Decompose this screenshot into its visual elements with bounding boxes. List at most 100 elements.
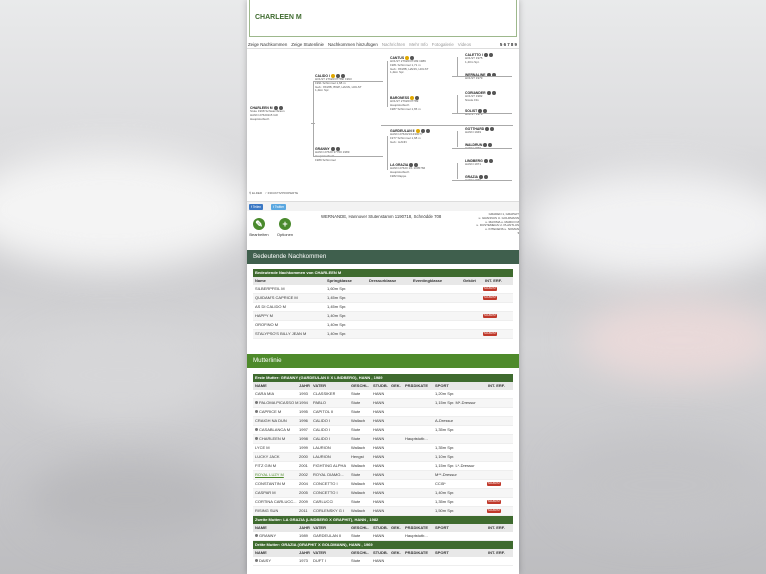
table-row[interactable]: STALYPSO'S BILLY JEAN M 1,40m Spr. SCHWITZ [253,330,513,339]
pedigree-ancestor[interactable]: CALETTO I HOLST 1975 1,40m Spr. [465,53,517,65]
info-icon[interactable] [491,91,496,95]
damline-name-text[interactable]: DAISY [259,558,271,563]
edit-button[interactable]: ✎ Bearbeiten [247,218,271,237]
pedigree-dam-sire[interactable]: GARDEULAN II HANN 27620/1/1330077 1977 Sch… [390,129,448,144]
damline-sire[interactable]: LAURION [313,453,331,461]
table-row[interactable]: AS DI CALIDO M 1,45m Spr. [253,303,513,312]
offspring-name[interactable]: OROFINO M [255,321,278,329]
offspring-col-header[interactable]: Name [255,277,266,285]
options-button[interactable]: + Optionen [273,218,297,237]
damline-sire[interactable]: CORLENSKY G I [313,507,344,515]
offspring-name[interactable]: SILBERPFEIL M [255,285,285,293]
damline-name[interactable]: RISING SUN [255,507,278,515]
damline-name-text[interactable]: CORTINA CARLUCC... [255,499,297,504]
damline-col-header[interactable]: INT. ERF. [488,549,505,557]
info-icon[interactable] [425,129,430,133]
table-row[interactable]: HAPPY M 1,40m Spr. SCHWITZ [253,312,513,321]
damline-sire[interactable]: CALIDO I [313,435,330,443]
damline-col-header[interactable]: NAME [255,524,267,532]
damline-name[interactable]: FITZ GIN M [255,462,276,470]
damline-sire[interactable]: DUFT I [313,557,326,565]
offspring-name[interactable]: AS DI CALIDO M [255,303,286,311]
damline-col-header[interactable]: GESCHL. [351,524,369,532]
damline-col-header[interactable]: NAME [255,549,267,557]
table-row[interactable]: DAISY 1973 DUFT I Stute HANN [253,557,513,566]
table-row[interactable]: QUIDAM'S CAPRICE M 1,45m Spr. SCHWITZ [253,294,513,303]
info-icon[interactable] [483,159,488,163]
info-icon[interactable] [483,143,488,147]
damline-col-header[interactable]: GESCHL. [351,549,369,557]
damline-sire[interactable]: CALIDO I [313,417,330,425]
table-row[interactable]: RISING SUN 2011 CORLENSKY G I Wallach HANN 1,… [253,507,513,516]
damline-name[interactable]: LUCKY JACK [255,453,280,461]
pedigree-sire[interactable]: CALIDO I HOLST 27620/37789/ 1993 1991 Schi… [315,74,377,93]
pedigree-horse[interactable]: CHARLEEN M Stute 1998 Schwarzbraun HANN 27… [250,106,310,121]
damline-col-header[interactable]: PRÄDIKATE [405,382,428,390]
damline-name-text[interactable]: FITZ GIN M [255,463,276,468]
damline-col-header[interactable]: SPORT [435,382,449,390]
damline-sire[interactable]: CARLUCCI [313,498,333,506]
table-row[interactable]: CASABLANCA M 1997 CALIDO I Stute HANN 1,35m S… [253,426,513,435]
damline-col-header[interactable]: SPORT [435,549,449,557]
info-icon[interactable] [488,143,493,147]
table-row[interactable]: LUCKY JACK 2000 LAURION Hengst HANN 1,10m Spr… [253,453,513,462]
damline-col-header[interactable]: GEK. [391,549,401,557]
expand-icon[interactable]: ▾ [475,231,519,236]
offspring-col-header[interactable]: Eventingklasse [413,277,442,285]
damline-col-header[interactable]: JAHR [299,549,310,557]
pedigree-dam-dam[interactable]: LA GRAZIA HANN 27620 1/1 1005766 Hauptstut… [390,163,448,178]
damline-name-text[interactable]: CASABLANCA M [259,427,290,432]
info-icon[interactable] [484,175,488,179]
table-row[interactable]: SILBERPFEIL M 1,60m Spr. SCHWITZ [253,285,513,294]
pedigree-ancestor[interactable]: WALDRUNHANN 1966 [465,143,517,151]
info-icon[interactable] [483,53,488,57]
tab-mehr-info[interactable]: Mehr Info [409,42,428,47]
tab-zeige-nachkommen[interactable]: Zeige Nachkommen [248,42,287,47]
damline-sire[interactable]: CAPITOL II [313,408,333,416]
damline-sire[interactable]: ROYAL DIAMO... [313,471,344,479]
damline-name-text[interactable]: RISING SUN [255,508,278,513]
damline-name[interactable]: CAPRICE M [255,408,281,416]
info-icon[interactable] [488,159,493,163]
table-row[interactable]: CONSTANTIN M 2004 CONCETTO I Wallach HANN CCI… [253,480,513,489]
damline-col-header[interactable]: VATER [313,382,326,390]
damline-sire[interactable]: CONCETTO I [313,480,338,488]
pedigree-ancestor[interactable]: LINDBERG HANN 1971 [465,159,517,167]
damline-name-text[interactable]: CARA MIA [255,391,274,396]
tab-zeige-stutenlinie[interactable]: Zeige Stutenlinie [291,42,324,47]
damline-name-text[interactable]: CONSTANTIN M [255,481,285,486]
tab-nachkommen-hinzuf-gen[interactable]: Nachkommen hinzufügen [328,42,378,47]
tab-nachrichten[interactable]: Nachrichten [382,42,405,47]
damline-name[interactable]: LYCE M [255,444,270,452]
damline-col-header[interactable]: STUDB. [373,524,388,532]
table-row[interactable]: OROFINO M 1,40m Spr. [253,321,513,330]
damline-name[interactable]: DAISY [255,557,271,565]
table-row[interactable]: CAPRICE M 1995 CAPITOL II Stute HANN [253,408,513,417]
table-row[interactable]: PALOMA PICASSO M 1994 PABLO Stute HANN 1,15m … [253,399,513,408]
table-row[interactable]: CRAIGH NA DUN 1996 CALIDO I Wallach HANN A-Dr… [253,417,513,426]
damline-name[interactable]: PALOMA PICASSO M [255,399,299,407]
pedigree-sire-sire[interactable]: CANTUS HOLST 27620/37199 1989 1981 Schimme… [390,56,448,75]
damline-sire[interactable]: GARDEULAN II [313,532,341,540]
damline-col-header[interactable]: GESCHL. [351,382,369,390]
info-icon[interactable] [488,53,493,57]
damline-name[interactable]: CRAIGH NA DUN [255,417,287,425]
damline-name-text[interactable]: GRANNY [259,533,276,538]
info-icon[interactable] [485,127,490,131]
damline-name-text[interactable]: ROYAL LUZY M [255,472,284,477]
damline-col-header[interactable]: GEK. [391,524,401,532]
damline-sire[interactable]: CLASSIKER [313,390,335,398]
tab-pagination[interactable]: 5 6 7 8 9 [500,42,519,47]
damline-col-header[interactable]: PRÄDIKATE [405,549,428,557]
table-row[interactable]: LYCE M 1999 LAURION Wallach HANN 1,35m Spr. [253,444,513,453]
pedigree-sire-dam[interactable]: BARONESS HOLST 27620/37789 Hauptstutbuch 19… [390,96,448,111]
info-icon[interactable] [486,91,491,95]
offspring-name[interactable]: STALYPSO'S BILLY JEAN M [255,330,306,338]
offspring-col-header[interactable]: INT. ERF. [485,277,502,285]
damline-col-header[interactable]: STUDB. [373,382,388,390]
table-row[interactable]: CASPAR M 2005 CONCETTO I Wallach HANN 1,40m S… [253,489,513,498]
damline-sire[interactable]: CALIDO I [313,426,330,434]
damline-col-header[interactable]: INT. ERF. [488,382,505,390]
damline-name-text[interactable]: LUCKY JACK [255,454,280,459]
damline-name-text[interactable]: LYCE M [255,445,270,450]
